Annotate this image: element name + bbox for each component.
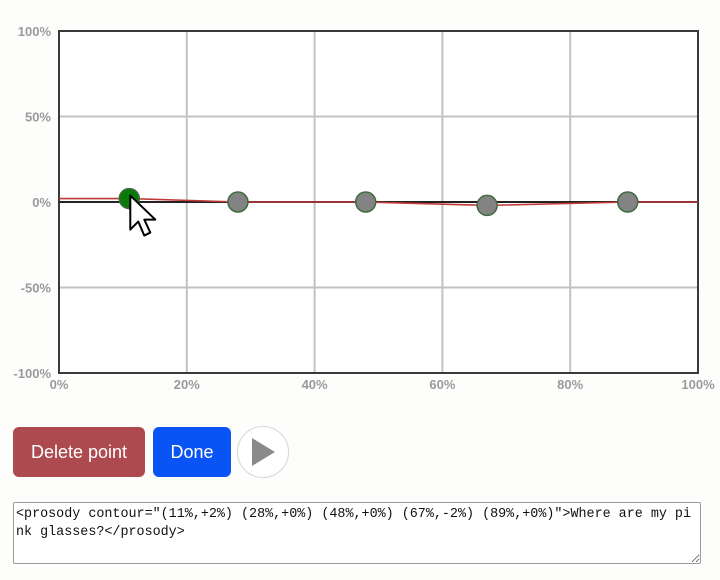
controls-bar: Delete point Done — [13, 426, 289, 478]
contour-point[interactable] — [227, 191, 249, 213]
delete-point-button[interactable]: Delete point — [13, 427, 145, 477]
x-tick-label: 20% — [174, 377, 200, 392]
play-button[interactable] — [237, 426, 289, 478]
contour-point[interactable] — [616, 191, 639, 213]
x-tick-label: 100% — [681, 377, 715, 392]
contour-point[interactable] — [354, 191, 377, 213]
play-icon — [252, 438, 275, 466]
x-tick-label: 40% — [302, 377, 328, 392]
y-tick-label: -50% — [21, 281, 52, 296]
x-tick-label: 80% — [557, 377, 583, 392]
contour-point[interactable] — [476, 194, 498, 217]
x-tick-label: 0% — [50, 377, 69, 392]
ssml-textarea[interactable]: <prosody contour="(11%,+2%) (28%,+0%) (4… — [13, 502, 701, 564]
contour-chart[interactable]: 0% 20% 40% 60% 80% 100% 100% 50% 0% -50% -100% — [0, 0, 720, 400]
x-tick-label: 60% — [429, 377, 455, 392]
contour-editor: 0% 20% 40% 60% 80% 100% 100% 50% 0% -50% -100% Del… — [0, 0, 720, 580]
done-button[interactable]: Done — [153, 427, 231, 477]
y-tick-label: 0% — [32, 195, 51, 210]
y-tick-label: 100% — [18, 24, 52, 39]
y-tick-label: -100% — [13, 366, 51, 381]
y-tick-label: 50% — [25, 110, 51, 125]
